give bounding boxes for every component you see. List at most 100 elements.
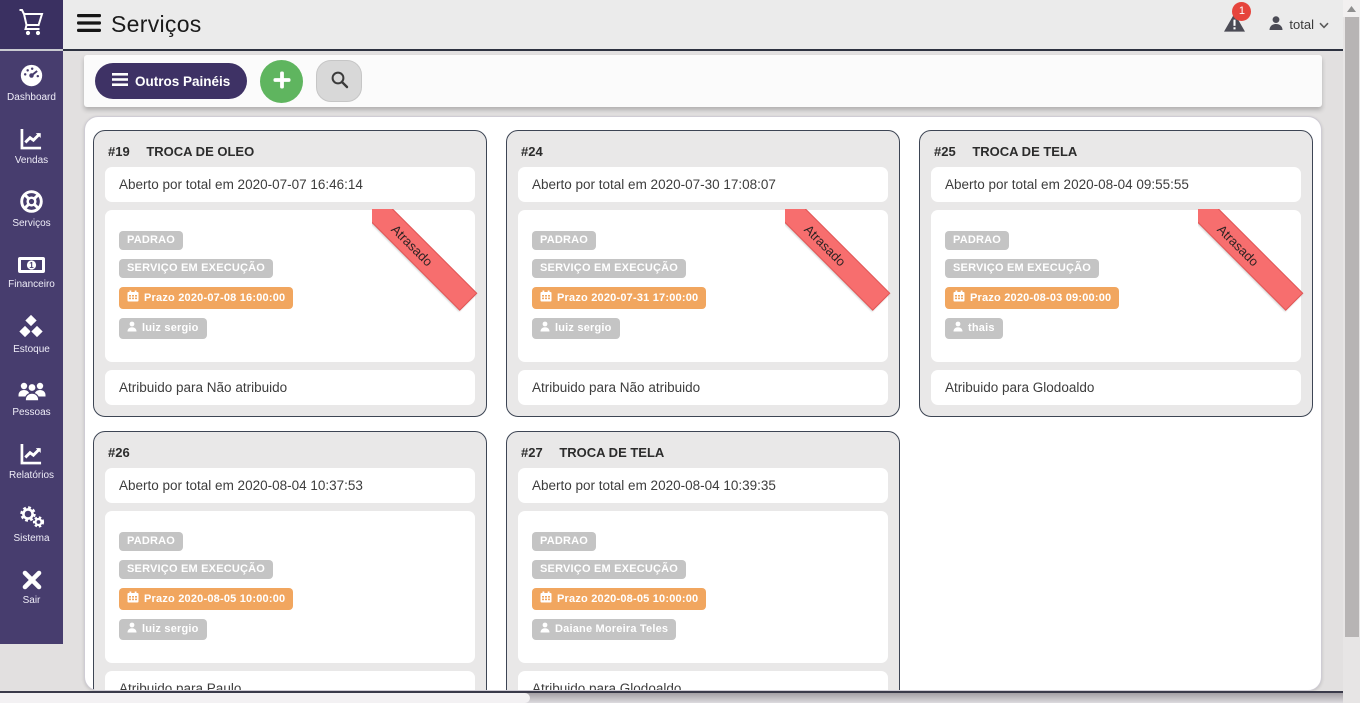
owner-label: luiz sergio [555, 322, 612, 334]
vertical-scrollbar[interactable] [1343, 0, 1360, 703]
sidebar-item-label: Serviços [12, 218, 50, 229]
overdue-ribbon-label: Atrasado [785, 209, 890, 311]
sidebar-item-label: Estoque [13, 344, 50, 355]
card-title: TROCA DE OLEO [146, 144, 254, 159]
deadline-label: Prazo 2020-07-08 16:00:00 [144, 292, 285, 304]
type-badge: PADRAO [119, 231, 183, 250]
menu-toggle-button[interactable] [77, 14, 101, 35]
sidebar-item-label: Dashboard [7, 92, 56, 103]
calendar-icon [540, 591, 552, 606]
notification-badge: 1 [1232, 2, 1251, 21]
sidebar-item-estoque[interactable]: Estoque [0, 303, 63, 366]
status-badge: SERVIÇO EM EXECUÇÃO [945, 259, 1099, 278]
owner-label: luiz sergio [142, 322, 199, 334]
sidebar-item-label: Relatórios [9, 470, 54, 481]
service-card[interactable]: #19 TROCA DE OLEO Aberto por total em 20… [93, 130, 487, 417]
card-badges-section: PADRAO SERVIÇO EM EXECUÇÃO Prazo 2020-08… [518, 511, 888, 663]
owner-badge: luiz sergio [119, 619, 207, 640]
overdue-ribbon: Atrasado [1198, 209, 1310, 321]
sidebar-item-vendas[interactable]: Vendas [0, 114, 63, 177]
card-opened-row: Aberto por total em 2020-07-07 16:46:14 [105, 167, 475, 202]
card-opened-row: Aberto por total em 2020-08-04 09:55:55 [931, 167, 1301, 202]
search-button[interactable] [316, 60, 362, 102]
card-opened-row: Aberto por total em 2020-08-04 10:39:35 [518, 468, 888, 503]
owner-badge: luiz sergio [119, 318, 207, 339]
service-card[interactable]: #24 Aberto por total em 2020-07-30 17:08… [506, 130, 900, 417]
money-bill-icon: 1 [17, 254, 46, 276]
deadline-badge: Prazo 2020-08-03 09:00:00 [945, 287, 1119, 309]
owner-badge: Daiane Moreira Teles [532, 619, 676, 640]
service-card[interactable]: #27 TROCA DE TELA Aberto por total em 20… [506, 431, 900, 691]
service-card[interactable]: #25 TROCA DE TELA Aberto por total em 20… [919, 130, 1313, 417]
list-icon [112, 73, 128, 89]
add-button[interactable] [260, 60, 303, 103]
horizontal-scrollbar-thumb[interactable] [0, 693, 530, 703]
sidebar-item-dashboard[interactable]: Dashboard [0, 51, 63, 114]
deadline-label: Prazo 2020-08-05 10:00:00 [557, 593, 698, 605]
user-icon [540, 622, 550, 636]
chart-line-icon [18, 125, 45, 152]
sidebar-item-label: Financeiro [8, 279, 55, 290]
scroll-up-arrow-icon[interactable] [1343, 0, 1360, 17]
cart-icon [16, 7, 48, 42]
header-actions: 1 total [1223, 12, 1329, 38]
sidebar-item-label: Pessoas [12, 407, 50, 418]
warning-triangle-icon [1223, 20, 1246, 37]
notifications-button[interactable]: 1 [1223, 12, 1246, 38]
sidebar-item-sair[interactable]: Sair [0, 555, 63, 618]
close-icon [20, 568, 44, 592]
app-logo[interactable] [0, 0, 63, 51]
search-icon [330, 70, 349, 92]
sidebar-item-sistema[interactable]: Sistema [0, 492, 63, 555]
sidebar: Dashboard Vendas [0, 0, 63, 644]
card-header: #27 TROCA DE TELA [518, 439, 888, 468]
sidebar-nav: Dashboard Vendas [0, 51, 63, 618]
service-card[interactable]: #26 Aberto por total em 2020-08-04 10:37… [93, 431, 487, 691]
user-menu[interactable]: total [1268, 15, 1329, 34]
card-number: #24 [521, 144, 543, 159]
deadline-label: Prazo 2020-08-03 09:00:00 [970, 292, 1111, 304]
other-panels-button[interactable]: Outros Painéis [95, 63, 247, 99]
card-assigned-row: Atribuido para Não atribuido [518, 370, 888, 405]
vertical-scrollbar-thumb[interactable] [1345, 17, 1359, 637]
card-number: #26 [108, 445, 130, 460]
owner-badge: luiz sergio [532, 318, 620, 339]
card-number: #19 [108, 144, 130, 159]
plus-icon [272, 70, 292, 93]
card-badges-section: PADRAO SERVIÇO EM EXECUÇÃO Prazo 2020-08… [931, 210, 1301, 362]
other-panels-label: Outros Painéis [135, 74, 230, 89]
overdue-ribbon: Atrasado [785, 209, 897, 321]
deadline-label: Prazo 2020-08-05 10:00:00 [144, 593, 285, 605]
chart-line-icon [18, 440, 45, 467]
type-badge: PADRAO [532, 532, 596, 551]
user-icon [953, 321, 963, 335]
page-title: Serviços [111, 11, 202, 38]
toolbar: Outros Painéis [84, 55, 1322, 107]
type-badge: PADRAO [119, 532, 183, 551]
card-badges-section: PADRAO SERVIÇO EM EXECUÇÃO Prazo 2020-08… [105, 511, 475, 663]
life-ring-icon [18, 188, 45, 215]
hamburger-icon [77, 14, 101, 35]
owner-badge: thais [945, 318, 1003, 339]
calendar-icon [127, 591, 139, 606]
card-opened-row: Aberto por total em 2020-08-04 10:37:53 [105, 468, 475, 503]
calendar-icon [127, 290, 139, 305]
card-assigned-row: Atribuido para Glodoaldo [931, 370, 1301, 405]
sidebar-item-pessoas[interactable]: Pessoas [0, 366, 63, 429]
user-icon [127, 321, 137, 335]
status-badge: SERVIÇO EM EXECUÇÃO [532, 560, 686, 579]
owner-label: Daiane Moreira Teles [555, 623, 668, 635]
sidebar-item-relatorios[interactable]: Relatórios [0, 429, 63, 492]
horizontal-scrollbar[interactable] [0, 691, 1343, 703]
calendar-icon [540, 290, 552, 305]
card-title: TROCA DE TELA [559, 445, 664, 460]
sidebar-item-financeiro[interactable]: 1 Financeiro [0, 240, 63, 303]
cubes-icon [17, 314, 46, 341]
overdue-ribbon-label: Atrasado [372, 209, 477, 311]
sidebar-item-servicos[interactable]: Serviços [0, 177, 63, 240]
svg-text:1: 1 [29, 261, 34, 270]
owner-label: luiz sergio [142, 623, 199, 635]
user-icon [540, 321, 550, 335]
user-icon [1268, 15, 1284, 34]
card-badges-section: PADRAO SERVIÇO EM EXECUÇÃO Prazo 2020-07… [105, 210, 475, 362]
